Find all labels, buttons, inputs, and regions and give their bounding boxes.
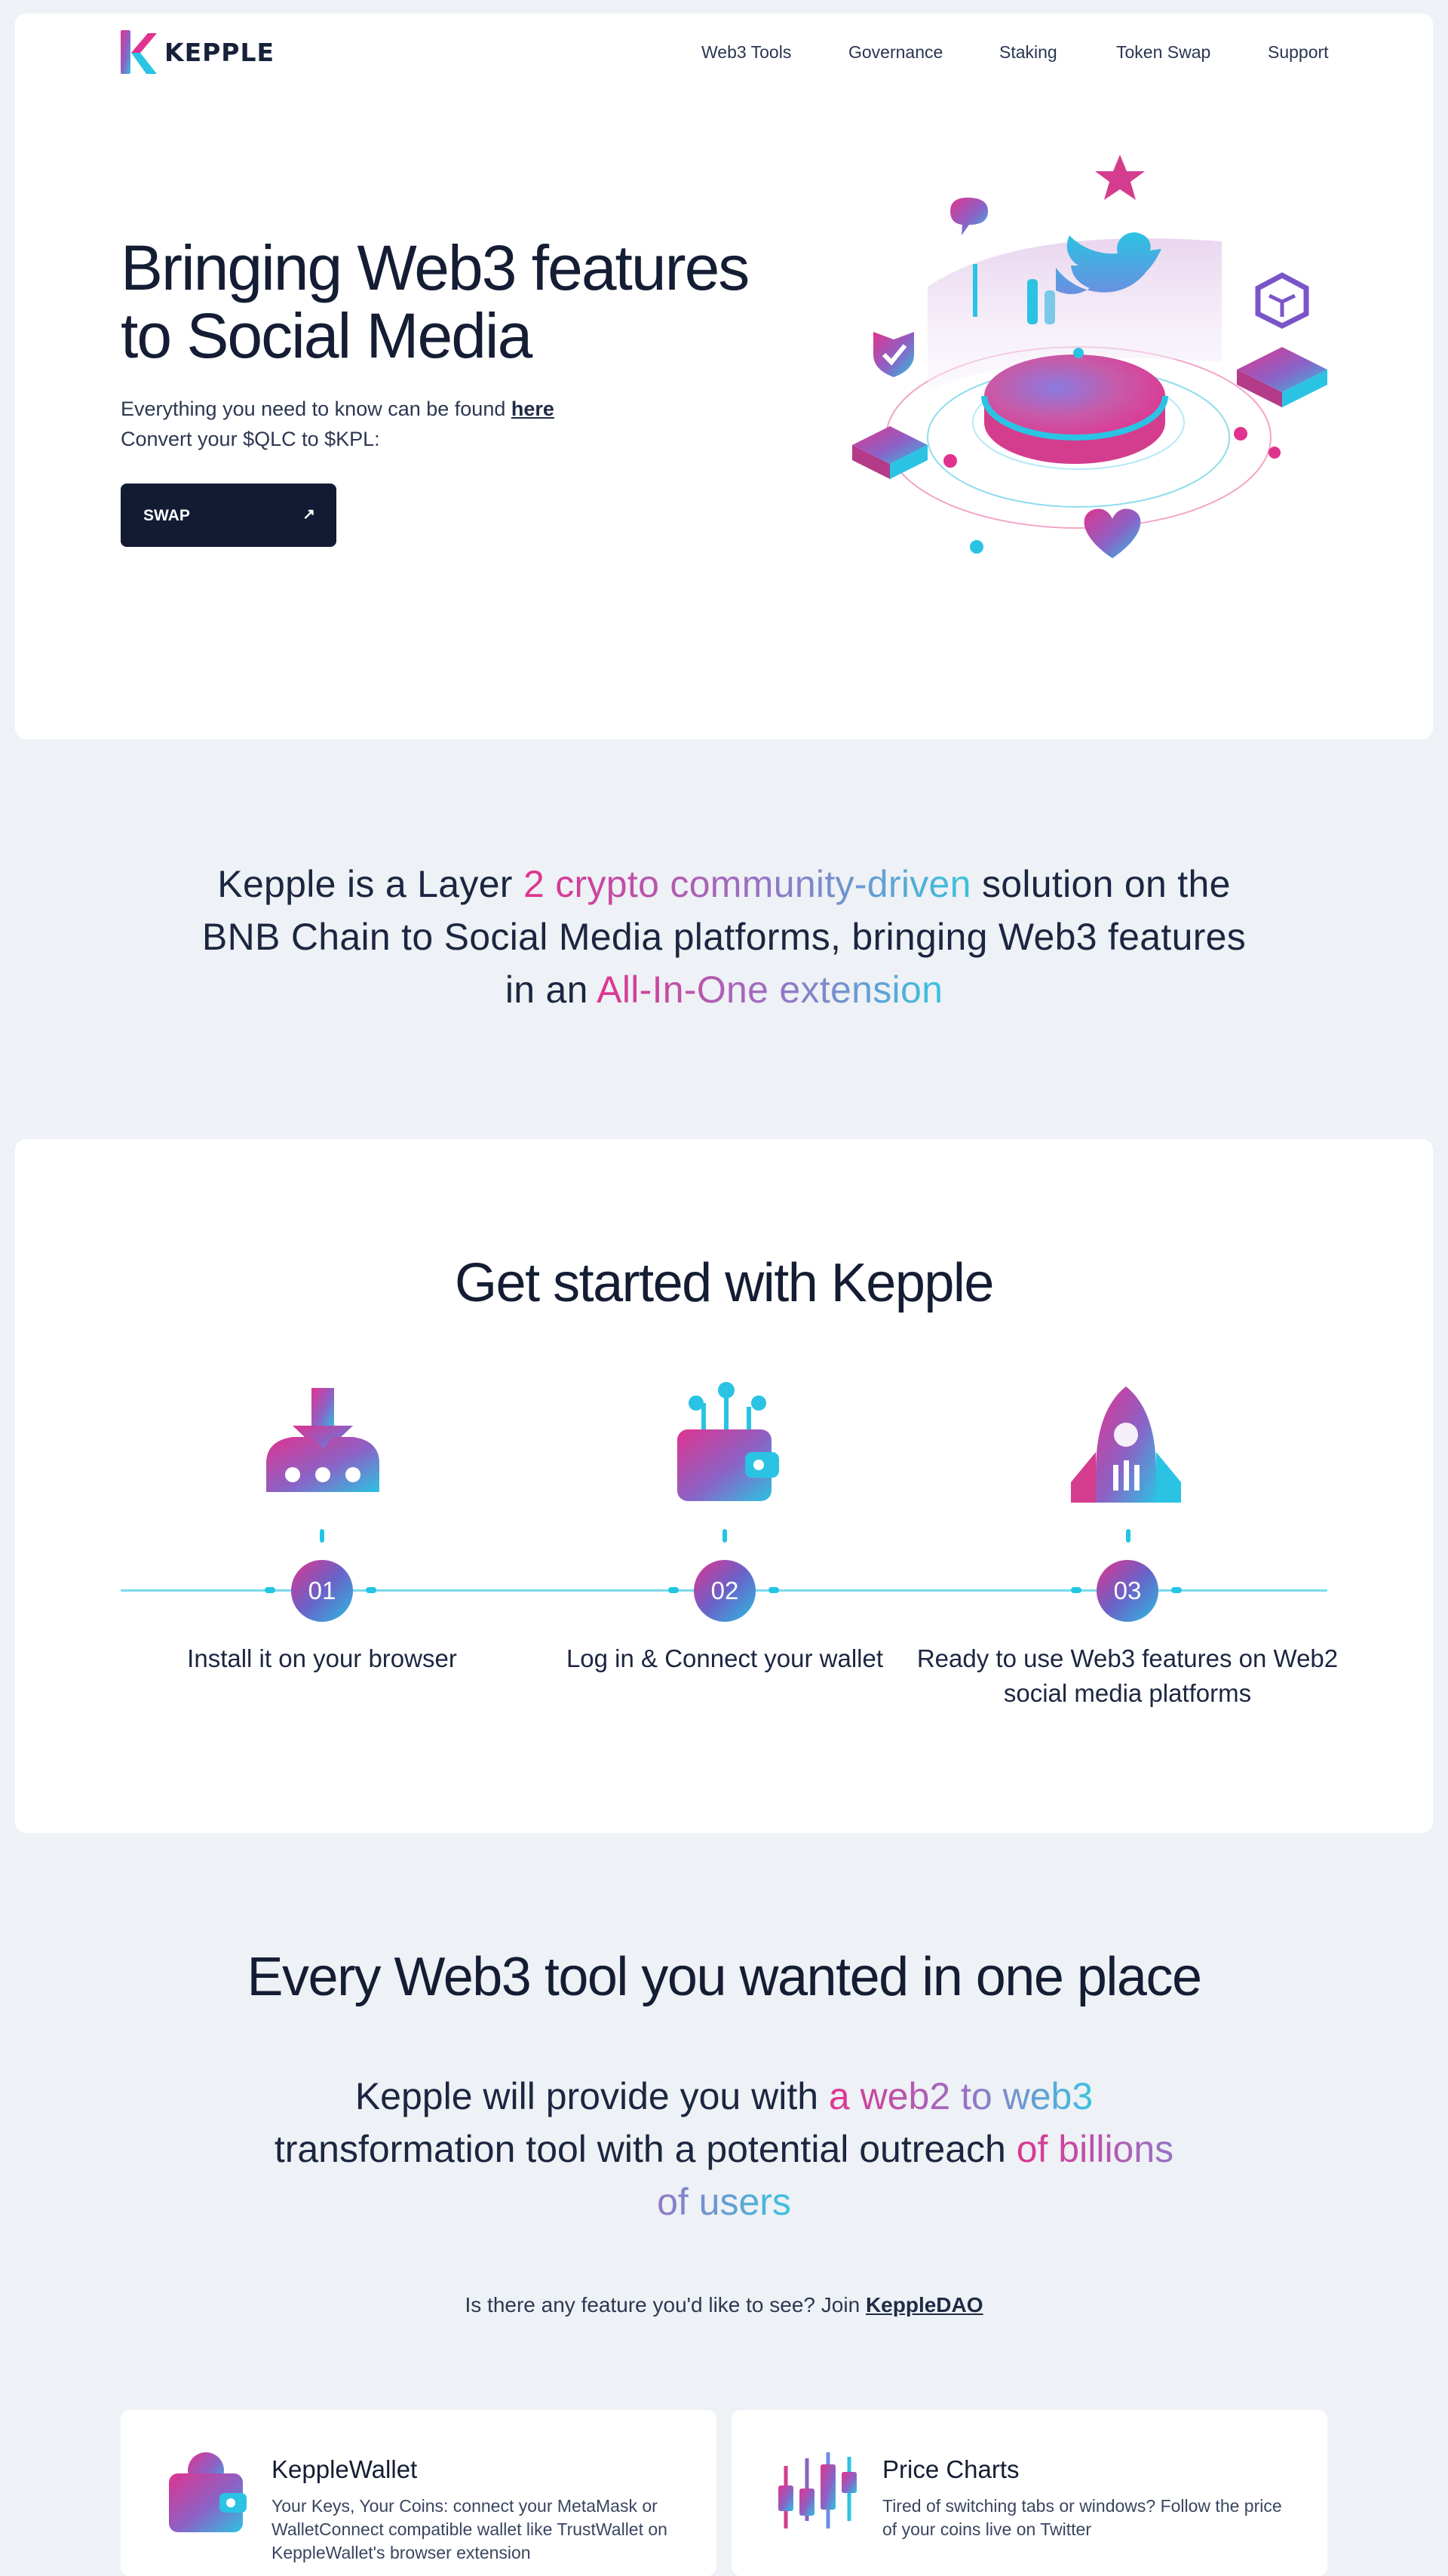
- connector: [722, 1529, 727, 1543]
- candlestick-chart-icon: [778, 2452, 857, 2528]
- dao-invite-text: Is there any feature you'd like to see? …: [465, 2293, 866, 2317]
- tools-sub-text: Kepple will provide you with: [354, 2075, 829, 2117]
- logo-wordmark: KEPPLE: [164, 37, 275, 67]
- mission-statement: Kepple is a Layer 2 crypto community-dri…: [196, 858, 1252, 1016]
- hero-title: Bringing Web3 features to Social Media: [121, 234, 799, 370]
- get-started-title: Get started with Kepple: [455, 1253, 994, 1313]
- heart-icon: [1084, 508, 1141, 558]
- hero-subtitle-text: Everything you need to know can be found: [121, 398, 511, 420]
- connector: [265, 1587, 275, 1593]
- download-icon: [266, 1388, 379, 1492]
- feature-title: Price Charts: [882, 2455, 1020, 2483]
- panel-bar: [973, 264, 977, 317]
- nav-token-swap[interactable]: Token Swap: [1116, 42, 1210, 63]
- arrow-up-right-icon: ↗: [302, 506, 315, 523]
- nav-governance[interactable]: Governance: [848, 42, 943, 63]
- dao-invite: Is there any feature you'd like to see? …: [0, 2293, 1448, 2317]
- cube-icon-detail: [1268, 293, 1296, 317]
- panel-bar: [1045, 290, 1055, 324]
- tools-title: Every Web3 tool you wanted in one place: [247, 1947, 1203, 2007]
- connector: [366, 1587, 376, 1593]
- kepple-dao-link[interactable]: KeppleDAO: [866, 2293, 983, 2317]
- step-label: Ready to use Web3 features on Web2 socia…: [916, 1644, 1339, 1707]
- here-link[interactable]: here: [511, 398, 554, 420]
- step-label: Log in & Connect your wallet: [566, 1644, 884, 1672]
- panel-bar: [1027, 279, 1038, 324]
- tools-sub-highlight: a web2 to web3: [828, 2075, 1094, 2117]
- connector: [1071, 1587, 1081, 1593]
- mission-highlight: 2 crypto community-driven: [523, 863, 971, 905]
- tools-subtitle: Kepple will provide you with a web2 to w…: [272, 2070, 1176, 2228]
- feature-description: Tired of switching tabs or windows? Foll…: [882, 2496, 1282, 2539]
- orbit-dot: [1073, 348, 1084, 358]
- step-badge-01: 01: [291, 1560, 353, 1622]
- swap-button-label: SWAP: [143, 507, 190, 524]
- nav-web3-tools[interactable]: Web3 Tools: [701, 42, 791, 63]
- mission-highlight: All-In-One extension: [597, 969, 943, 1011]
- orbit-dot: [943, 454, 957, 468]
- feature-description: Your Keys, Your Coins: connect your Meta…: [272, 2496, 667, 2562]
- step-badge-02: 02: [694, 1560, 756, 1622]
- step-badge-03: 03: [1097, 1560, 1158, 1622]
- connector: [1126, 1529, 1130, 1543]
- feature-card-price-charts[interactable]: Price Charts Tired of switching tabs or …: [732, 2410, 1327, 2576]
- step-label: Install it on your browser: [187, 1644, 457, 1672]
- kepple-logo-icon: [121, 30, 157, 74]
- get-started-section: Get started with Kepple 01 Install it on…: [15, 1139, 1433, 1833]
- chat-bubble-icon: [950, 198, 988, 235]
- wallet-icon: [677, 1382, 779, 1501]
- orbit-dot: [970, 540, 983, 554]
- connector: [668, 1587, 679, 1593]
- star-icon: [1095, 155, 1145, 200]
- kepple-logo[interactable]: KEPPLE: [121, 30, 275, 74]
- connector: [768, 1587, 779, 1593]
- hero-convert-text: Convert your $QLC to $KPL:: [121, 428, 380, 450]
- hero-illustration: [852, 155, 1327, 558]
- hero-subtitle: Everything you need to know can be found…: [121, 394, 554, 454]
- swap-button[interactable]: SWAP ↗: [121, 484, 336, 547]
- wallet-icon: [169, 2452, 247, 2532]
- mission-text: Kepple is a Layer: [217, 863, 523, 905]
- connector: [1171, 1587, 1182, 1593]
- hero-title-line-2: to Social Media: [121, 300, 532, 371]
- feature-card-kepplewallet[interactable]: KeppleWallet Your Keys, Your Coins: conn…: [121, 2410, 716, 2576]
- shield-icon: [873, 332, 914, 377]
- orbit-dot: [1234, 427, 1247, 441]
- hero-title-line-1: Bringing Web3 features: [121, 232, 750, 303]
- feature-title: KeppleWallet: [272, 2455, 418, 2483]
- tools-sub-text: transformation tool with a potential out…: [274, 2128, 1017, 2170]
- nav-staking[interactable]: Staking: [999, 42, 1057, 63]
- nav-support[interactable]: Support: [1268, 42, 1329, 63]
- orbit-dot: [1269, 447, 1281, 459]
- connector: [320, 1529, 324, 1543]
- rocket-icon: [1071, 1386, 1181, 1503]
